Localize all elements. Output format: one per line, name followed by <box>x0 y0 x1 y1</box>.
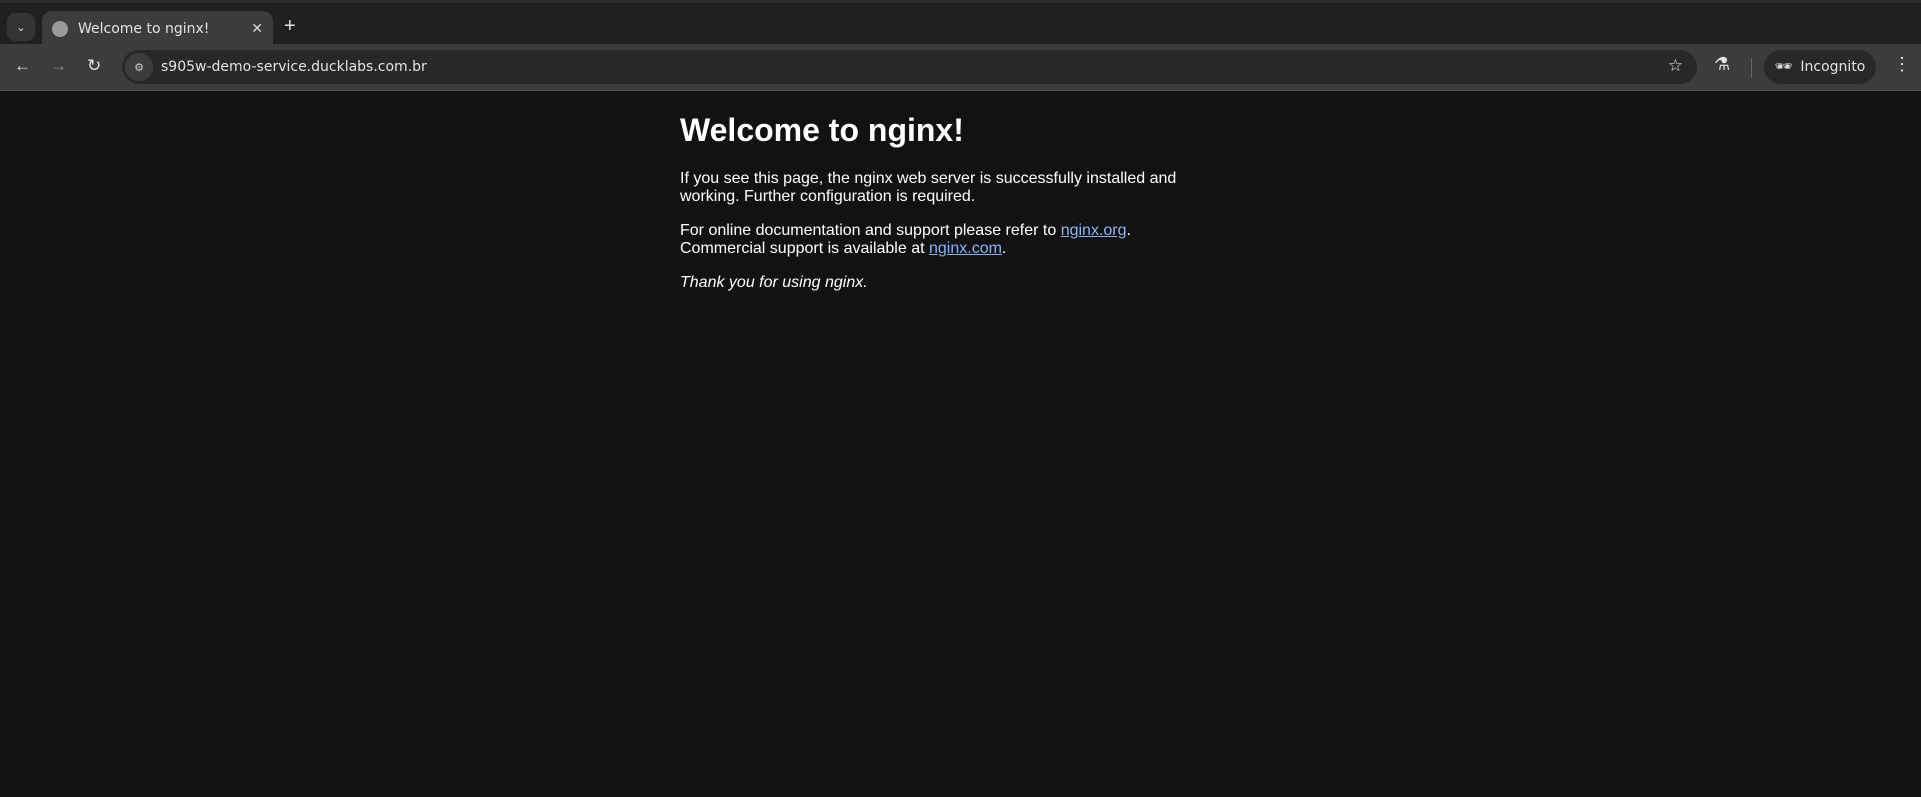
menu-icon[interactable]: ⋮ <box>1893 54 1911 75</box>
thanks-italic: Thank you for using nginx. <box>680 274 868 291</box>
docs-text: For online documentation and support ple… <box>680 222 1061 239</box>
close-icon[interactable]: ✕ <box>251 21 263 37</box>
address-bar[interactable]: ⚙ s905w-demo-service.ducklabs.com.br ☆ <box>122 50 1697 84</box>
period: . <box>1001 240 1007 257</box>
tab-title: Welcome to nginx! <box>78 21 210 37</box>
forward-icon[interactable]: → <box>50 56 67 76</box>
toolbar: ← → ↻ ⚙ s905w-demo-service.ducklabs.com.… <box>0 44 1921 91</box>
period: . <box>1126 222 1131 239</box>
nginx-org-link[interactable]: nginx.org <box>1061 222 1127 239</box>
site-settings-icon[interactable]: ⚙ <box>125 53 153 81</box>
tab-active[interactable]: Welcome to nginx! ✕ <box>42 11 273 47</box>
incognito-icon: 🕶 <box>1774 59 1793 75</box>
star-icon[interactable]: ☆ <box>1668 56 1683 76</box>
tab-search-button[interactable]: ⌄ <box>7 13 35 41</box>
new-tab-button[interactable]: + <box>284 15 296 38</box>
incognito-button[interactable]: 🕶 Incognito <box>1764 50 1876 84</box>
incognito-label: Incognito <box>1800 59 1866 75</box>
divider <box>1751 58 1752 78</box>
docs-paragraph: For online documentation and support ple… <box>680 222 1240 258</box>
back-icon[interactable]: ← <box>14 56 31 76</box>
chevron-down-icon: ⌄ <box>16 21 26 34</box>
intro-paragraph: If you see this page, the nginx web serv… <box>680 170 1177 205</box>
globe-icon <box>52 21 68 37</box>
reload-icon[interactable]: ↻ <box>87 56 101 76</box>
support-text: Commercial support is available at <box>680 240 929 257</box>
page-title: Welcome to nginx! <box>680 112 964 148</box>
nginx-com-link[interactable]: nginx.com <box>929 240 1002 257</box>
page-content: Welcome to nginx! If you see this page, … <box>680 91 1240 308</box>
tab-strip: ⌄ Welcome to nginx! ✕ + <box>0 0 1921 47</box>
flask-icon[interactable]: ⚗ <box>1714 54 1730 75</box>
thanks-text: Thank you for using nginx. <box>680 274 1240 292</box>
url-text[interactable]: s905w-demo-service.ducklabs.com.br <box>161 59 427 75</box>
